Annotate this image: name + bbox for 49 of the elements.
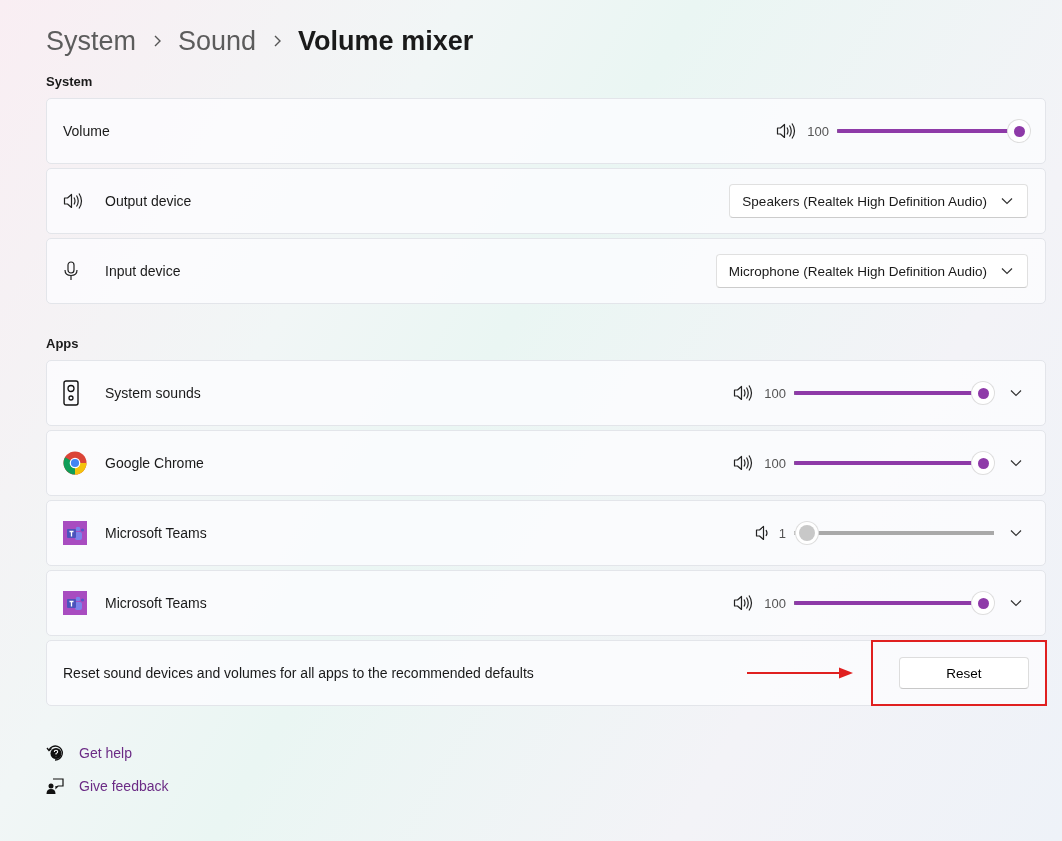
chevron-down-icon <box>1001 267 1013 275</box>
teams-logo-icon <box>63 521 87 545</box>
app-name: Microsoft Teams <box>105 595 207 611</box>
chevron-down-icon <box>1010 389 1022 397</box>
section-heading: Apps <box>46 336 80 351</box>
reset-description: Reset sound devices and volumes for all apps to the recommended defaults <box>63 665 534 681</box>
help-link[interactable]: Get help <box>79 744 132 761</box>
speaker-icon <box>733 453 755 473</box>
app-name: Microsoft Teams <box>105 525 207 541</box>
volume-reading: 1 <box>778 525 786 541</box>
chevron-right-icon <box>152 34 163 48</box>
chrome-logo-icon <box>63 451 87 475</box>
device-dropdown[interactable]: Microphone (Realtek High Definition Audio) <box>715 254 1028 288</box>
volume-reading: 100 <box>807 123 829 139</box>
slider-thumb[interactable] <box>795 522 818 544</box>
speaker-icon <box>63 191 84 211</box>
slider-thumb[interactable] <box>1008 120 1030 142</box>
help-link[interactable]: Give feedback <box>79 777 169 794</box>
setting-label: Input device <box>105 263 181 279</box>
slider-thumb[interactable] <box>972 382 994 404</box>
setting-label: Volume <box>63 123 110 139</box>
chevron-right-icon <box>272 34 283 48</box>
chevron-down-icon <box>1010 599 1022 607</box>
app-name: Google Chrome <box>105 455 204 471</box>
slider-thumb[interactable] <box>972 592 994 614</box>
volume-reading: 100 <box>764 595 786 611</box>
feedback-icon <box>46 776 64 795</box>
speaker-icon <box>776 121 798 141</box>
help-icon <box>46 743 64 762</box>
speaker-icon <box>733 593 755 613</box>
chevron-down-icon <box>1010 459 1022 467</box>
volume-reading: 100 <box>764 455 786 471</box>
speaker-icon <box>754 523 769 543</box>
slider-thumb[interactable] <box>972 452 994 474</box>
section-heading: System <box>46 74 94 89</box>
app-name: System sounds <box>105 385 201 401</box>
volume-reading: 100 <box>764 385 786 401</box>
breadcrumb-item: Volume mixer <box>298 25 474 57</box>
chevron-down-icon <box>1010 529 1022 537</box>
teams-logo-icon <box>63 591 87 615</box>
device-dropdown[interactable]: Speakers (Realtek High Definition Audio) <box>729 184 1028 218</box>
setting-label: Output device <box>105 193 192 209</box>
microphone-icon <box>63 261 79 281</box>
speaker-box-icon <box>63 380 79 406</box>
breadcrumb-item[interactable]: System <box>46 25 137 57</box>
breadcrumb-item[interactable]: Sound <box>178 25 257 57</box>
speaker-icon <box>733 383 755 403</box>
reset-button[interactable]: Reset <box>899 657 1029 689</box>
chevron-down-icon <box>1001 197 1013 205</box>
